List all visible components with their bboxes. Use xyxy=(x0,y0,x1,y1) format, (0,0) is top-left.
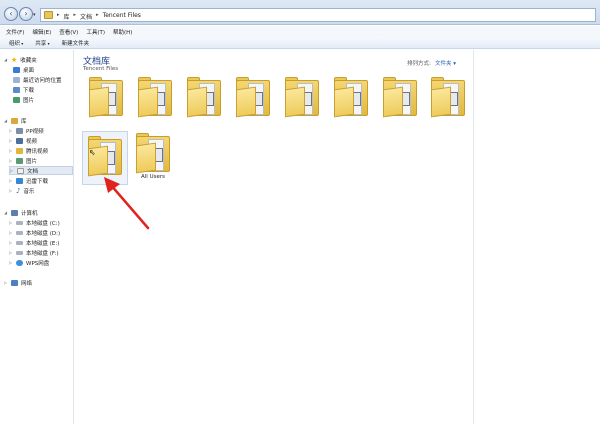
annotation-arrow xyxy=(104,177,150,230)
